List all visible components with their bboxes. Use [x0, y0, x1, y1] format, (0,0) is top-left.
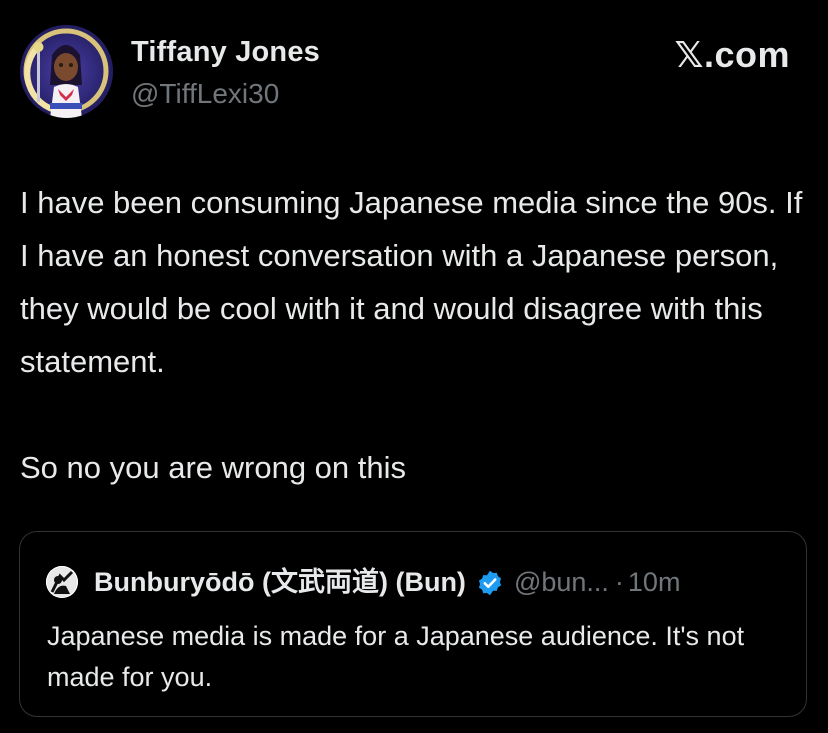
author-avatar[interactable] — [20, 25, 113, 118]
anime-character-avatar-icon — [20, 25, 113, 118]
quoted-author-name[interactable]: Bunburyōdō (文武両道) (Bun) — [94, 562, 466, 602]
author-name[interactable]: Tiffany Jones — [131, 36, 320, 69]
quoted-post-header: Bunburyōdō (文武両道) (Bun) @bun... · 10m — [94, 562, 680, 602]
verified-badge-icon — [476, 568, 504, 596]
site-logo-label: 𝕏.com — [674, 34, 790, 75]
quoted-post-text: Japanese media is made for a Japanese au… — [47, 621, 745, 692]
separator-dot: · — [614, 567, 624, 597]
post-paragraph: So no you are wrong on this — [20, 450, 407, 485]
author-handle[interactable]: @TiffLexi30 — [131, 78, 279, 110]
quoted-post-card[interactable]: Bunburyōdō (文武両道) (Bun) @bun... · 10m Ja… — [19, 531, 807, 717]
quoted-author-handle[interactable]: @bun... — [514, 562, 609, 602]
post-body: I have been consuming Japanese media sin… — [20, 176, 810, 494]
post-paragraph: I have been consuming Japanese media sin… — [20, 185, 803, 379]
samurai-avatar-icon — [46, 566, 78, 598]
quoted-post-time[interactable]: 10m — [628, 562, 681, 602]
quoted-author-avatar[interactable] — [46, 566, 78, 598]
